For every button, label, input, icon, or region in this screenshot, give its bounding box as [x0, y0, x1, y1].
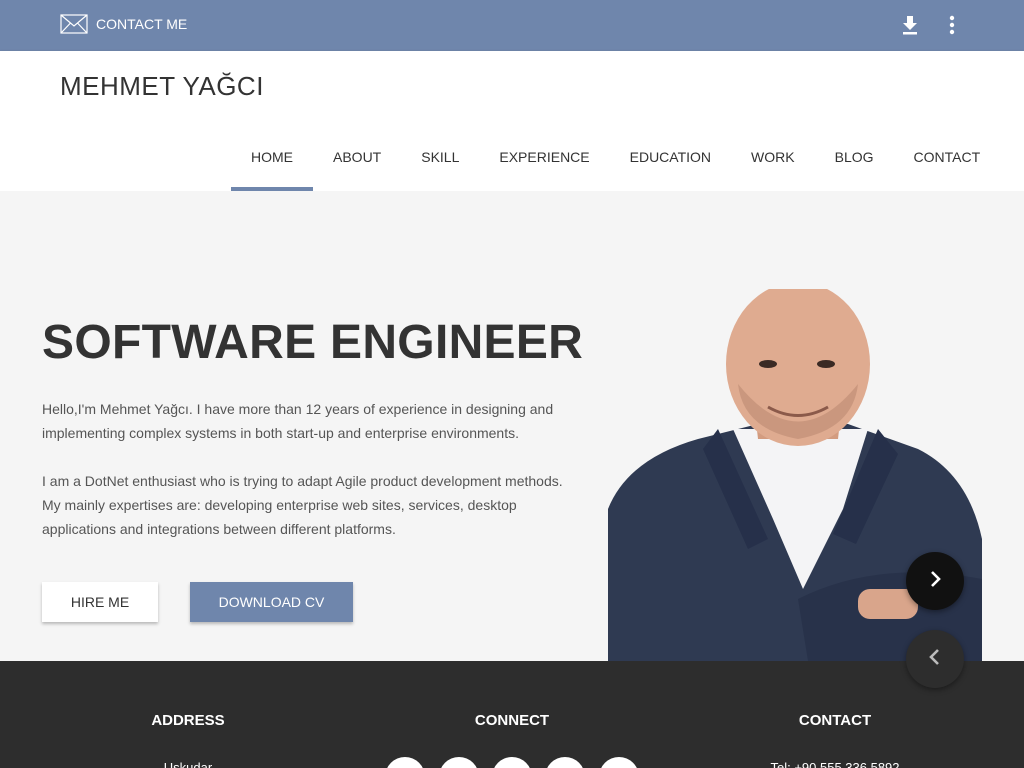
hero-section: SOFTWARE ENGINEER Hello,I'm Mehmet Yağcı… — [0, 191, 1024, 661]
contact-phone: Tel: +90 555 336 5892 — [770, 760, 900, 768]
nav-skill-label: SKILL — [421, 149, 460, 165]
carousel-next-button[interactable] — [906, 552, 964, 610]
nav-home-label: HOME — [251, 149, 293, 165]
nav-about[interactable]: ABOUT — [313, 135, 401, 191]
social-link[interactable] — [439, 757, 479, 768]
social-link[interactable] — [545, 757, 585, 768]
nav-skill[interactable]: SKILL — [401, 135, 479, 191]
site-header: MEHMET YAĞCI HOME ABOUT SKILL EXPERIENCE… — [0, 51, 1024, 191]
hire-me-button[interactable]: HIRE ME — [42, 582, 158, 622]
nav-contact[interactable]: CONTACT — [894, 135, 1001, 191]
hero-title: SOFTWARE ENGINEER — [42, 316, 584, 369]
mail-icon — [60, 14, 88, 34]
main-nav: HOME ABOUT SKILL EXPERIENCE EDUCATION WO… — [231, 135, 1000, 191]
address-title: ADDRESS — [151, 712, 225, 729]
carousel-prev-button[interactable] — [906, 630, 964, 688]
nav-about-label: ABOUT — [333, 149, 382, 165]
more-vert-icon[interactable] — [944, 14, 960, 41]
site-title[interactable]: MEHMET YAĞCI — [60, 71, 264, 102]
nav-experience[interactable]: EXPERIENCE — [479, 135, 609, 191]
nav-education-label: EDUCATION — [629, 149, 712, 165]
connect-title: CONNECT — [474, 712, 550, 729]
social-link[interactable] — [385, 757, 425, 768]
nav-blog[interactable]: BLOG — [815, 135, 894, 191]
social-link[interactable] — [492, 757, 532, 768]
nav-education[interactable]: EDUCATION — [610, 135, 731, 191]
chevron-left-icon — [925, 647, 945, 672]
chevron-right-icon — [925, 569, 945, 594]
address-line: Uskudar — [163, 760, 213, 768]
hero-expertise-text: I am a DotNet enthusiast who is trying t… — [42, 473, 563, 537]
nav-contact-label: CONTACT — [913, 149, 981, 165]
nav-home[interactable]: HOME — [231, 135, 313, 191]
contact-title: CONTACT — [798, 712, 872, 729]
nav-experience-label: EXPERIENCE — [499, 149, 590, 165]
nav-work-label: WORK — [751, 149, 795, 165]
site-footer: ADDRESS CONNECT CONTACT Uskudar Tel: +90… — [0, 661, 1024, 768]
contact-me-label: CONTACT ME — [96, 16, 188, 32]
social-link[interactable] — [599, 757, 639, 768]
top-bar: CONTACT ME — [0, 0, 1024, 51]
download-cv-button[interactable]: DOWNLOAD CV — [190, 582, 353, 622]
hero-intro-text: Hello,I'm Mehmet Yağcı. I have more than… — [42, 401, 554, 441]
download-icon[interactable] — [900, 14, 920, 41]
nav-work[interactable]: WORK — [731, 135, 815, 191]
contact-me-link[interactable]: CONTACT ME — [60, 14, 187, 34]
nav-blog-label: BLOG — [834, 149, 874, 165]
